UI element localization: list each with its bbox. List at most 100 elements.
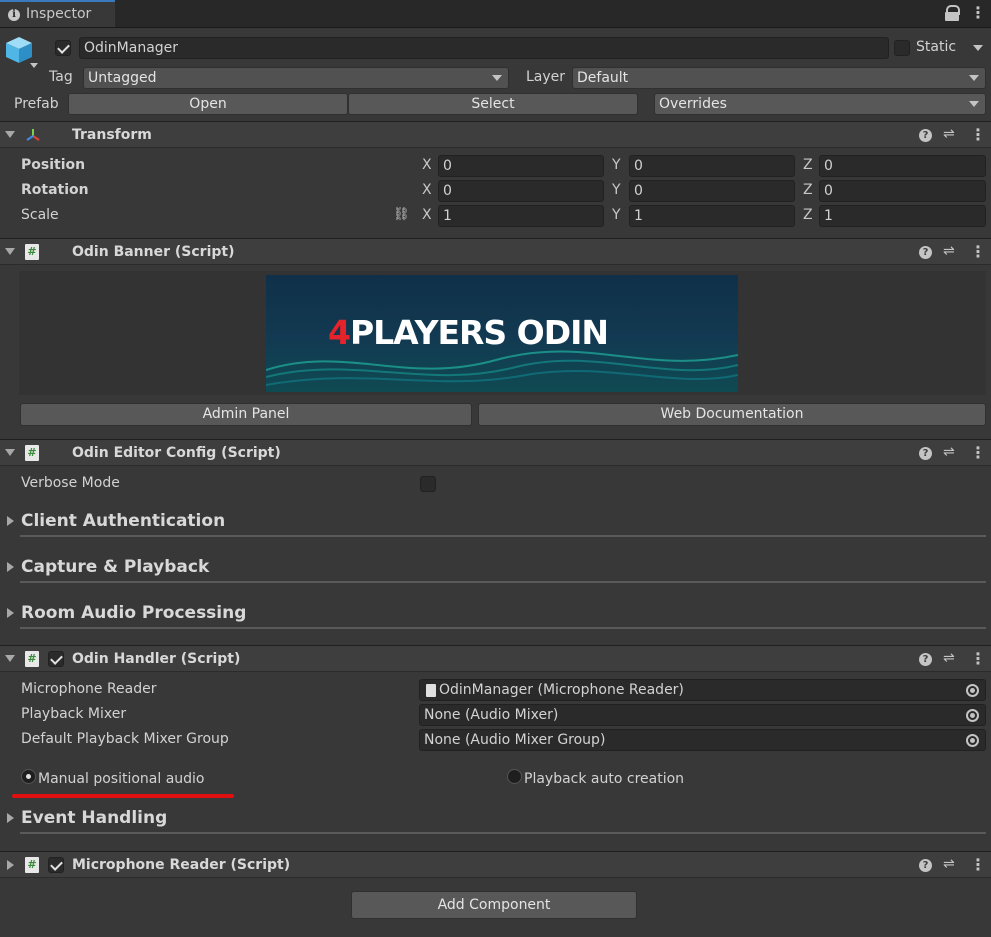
foldout-arrow-icon[interactable] xyxy=(7,562,14,572)
chevron-down-icon xyxy=(969,75,979,81)
help-icon[interactable]: ? xyxy=(919,129,932,142)
playback-mixer-field[interactable]: None (Audio Mixer) xyxy=(419,704,986,726)
foldout-arrow-icon[interactable] xyxy=(7,516,14,526)
layer-dropdown[interactable]: Default xyxy=(572,67,986,89)
microphone-reader-title: Microphone Reader (Script) xyxy=(72,857,291,873)
position-z-axis: Z xyxy=(803,157,813,173)
preset-icon[interactable]: ⇌ xyxy=(943,444,955,460)
prefab-select-button[interactable]: Select xyxy=(348,93,638,115)
prefab-open-button[interactable]: Open xyxy=(68,93,348,115)
help-icon[interactable]: ? xyxy=(919,859,932,872)
rotation-x-field[interactable]: 0 xyxy=(438,180,604,202)
section-divider xyxy=(20,627,986,629)
highlight-underline xyxy=(12,794,234,798)
constrain-proportions-icon[interactable]: ⛓ xyxy=(393,207,410,222)
position-y-axis: Y xyxy=(612,157,621,173)
tab-bar xyxy=(0,0,991,28)
lock-body xyxy=(945,12,959,21)
rotation-y-axis: Y xyxy=(612,182,621,198)
preset-icon[interactable]: ⇌ xyxy=(943,126,955,142)
transform-title: Transform xyxy=(72,127,152,143)
rotation-y-field[interactable]: 0 xyxy=(629,180,795,202)
rotation-z-field[interactable]: 0 xyxy=(819,180,986,202)
preset-icon[interactable]: ⇌ xyxy=(943,650,955,666)
capture-playback-foldout[interactable]: Capture & Playback xyxy=(21,557,209,577)
section-divider xyxy=(20,832,986,834)
context-menu-icon[interactable]: ⋮ xyxy=(970,855,986,874)
web-documentation-button[interactable]: Web Documentation xyxy=(478,403,986,426)
position-z-field[interactable]: 0 xyxy=(819,155,986,177)
layer-label: Layer xyxy=(526,69,566,85)
context-menu-icon[interactable]: ⋮ xyxy=(970,443,986,462)
odin-banner-image: 4PLAYERS ODIN xyxy=(266,275,738,392)
odin-handler-title: Odin Handler (Script) xyxy=(72,651,241,667)
object-picker-icon[interactable] xyxy=(966,709,979,722)
position-x-axis: X xyxy=(422,157,432,173)
gameobject-name-field[interactable]: OdinManager xyxy=(79,37,889,59)
gameobject-icon-dropdown[interactable] xyxy=(30,63,38,68)
tab-inspector[interactable]: i Inspector xyxy=(0,0,115,27)
add-component-button[interactable]: Add Component xyxy=(351,891,637,919)
admin-panel-button[interactable]: Admin Panel xyxy=(20,403,472,426)
manual-positional-audio-radio[interactable] xyxy=(21,769,36,784)
context-menu-icon[interactable]: ⋮ xyxy=(970,125,986,144)
verbose-mode-checkbox[interactable] xyxy=(420,476,436,492)
scale-z-field[interactable]: 1 xyxy=(819,205,986,227)
odin-editor-config-title: Odin Editor Config (Script) xyxy=(72,445,281,461)
event-handling-foldout[interactable]: Event Handling xyxy=(21,808,167,828)
microphone-reader-enabled-checkbox[interactable] xyxy=(48,857,64,873)
prefab-overrides-label: Overrides xyxy=(659,96,727,112)
tab-menu-icon[interactable]: ⋮ xyxy=(970,3,986,22)
odin-banner-title: Odin Banner (Script) xyxy=(72,244,235,260)
help-icon[interactable]: ? xyxy=(919,653,932,666)
client-authentication-foldout[interactable]: Client Authentication xyxy=(21,511,225,531)
help-icon[interactable]: ? xyxy=(919,246,932,259)
scale-label: Scale xyxy=(21,207,59,223)
preset-icon[interactable]: ⇌ xyxy=(943,243,955,259)
transform-icon xyxy=(25,127,41,147)
chevron-down-icon xyxy=(969,101,979,107)
foldout-arrow-icon[interactable] xyxy=(5,449,15,456)
position-y-field[interactable]: 0 xyxy=(629,155,795,177)
default-playback-mixer-group-value: None (Audio Mixer Group) xyxy=(424,732,606,748)
context-menu-icon[interactable]: ⋮ xyxy=(970,242,986,261)
object-picker-icon[interactable] xyxy=(966,684,979,697)
foldout-arrow-icon[interactable] xyxy=(5,131,15,138)
scale-x-axis: X xyxy=(422,207,432,223)
microphone-reader-field[interactable]: OdinManager (Microphone Reader) xyxy=(419,679,986,701)
rotation-label: Rotation xyxy=(21,182,89,198)
playback-auto-creation-label: Playback auto creation xyxy=(524,771,685,787)
foldout-arrow-icon[interactable] xyxy=(7,813,14,823)
section-divider xyxy=(20,581,986,583)
static-dropdown-icon[interactable] xyxy=(973,45,983,51)
microphone-reader-label: Microphone Reader xyxy=(21,681,157,697)
playback-auto-creation-radio[interactable] xyxy=(507,769,522,784)
preset-icon[interactable]: ⇌ xyxy=(943,856,955,872)
context-menu-icon[interactable]: ⋮ xyxy=(970,649,986,668)
rotation-z-axis: Z xyxy=(803,182,813,198)
foldout-arrow-icon[interactable] xyxy=(5,655,15,662)
tag-dropdown[interactable]: Untagged xyxy=(83,67,509,89)
odin-handler-enabled-checkbox[interactable] xyxy=(48,651,64,667)
prefab-overrides-dropdown[interactable]: Overrides xyxy=(654,93,986,115)
static-label: Static xyxy=(916,39,957,55)
scale-y-field[interactable]: 1 xyxy=(629,205,795,227)
scale-x-field[interactable]: 1 xyxy=(438,205,604,227)
room-audio-processing-foldout[interactable]: Room Audio Processing xyxy=(21,603,246,623)
foldout-arrow-icon[interactable] xyxy=(7,608,14,618)
rotation-x-axis: X xyxy=(422,182,432,198)
script-icon: # xyxy=(25,244,39,260)
script-object-icon xyxy=(426,684,436,697)
help-icon[interactable]: ? xyxy=(919,447,932,460)
manual-positional-audio-label: Manual positional audio xyxy=(38,771,205,787)
static-checkbox[interactable] xyxy=(894,40,910,56)
gameobject-active-checkbox[interactable] xyxy=(55,40,71,56)
position-x-field[interactable]: 0 xyxy=(438,155,604,177)
info-icon: i xyxy=(8,9,20,21)
foldout-arrow-icon[interactable] xyxy=(5,248,15,255)
foldout-arrow-icon[interactable] xyxy=(7,860,14,870)
banner-logo-prefix: 4 xyxy=(328,313,351,352)
default-playback-mixer-group-field[interactable]: None (Audio Mixer Group) xyxy=(419,729,986,751)
object-picker-icon[interactable] xyxy=(966,734,979,747)
script-icon: # xyxy=(25,445,39,461)
